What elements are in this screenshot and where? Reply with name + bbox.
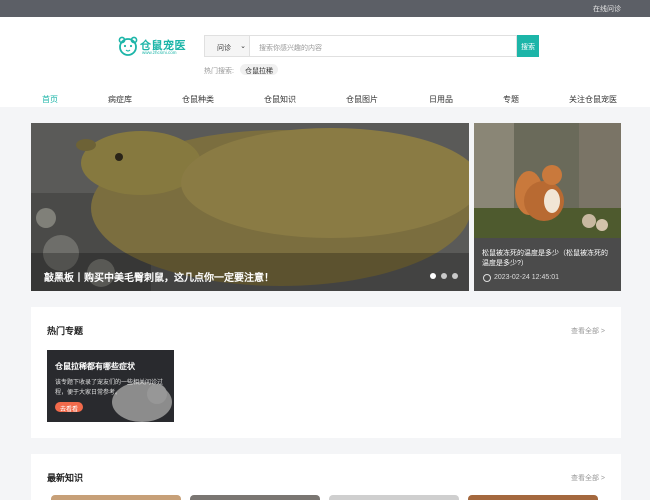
topic-card-desc: 该专题下收录了宠友们的一些相关问诊过程，便于大家日常参考。 [55, 380, 164, 396]
site-header: 仓鼠宠医 www.zhcsmi.com 问诊 ⌄ 搜索你感兴趣的内容 搜索 热门… [0, 17, 650, 107]
latest-knowledge-view-all[interactable]: 查看全部 > [571, 473, 605, 483]
logo-domain: www.zhcsmi.com [142, 50, 177, 55]
nav-item-hamster-species[interactable]: 仓鼠种类 [182, 94, 214, 105]
nav-item-daily-supplies[interactable]: 日用品 [429, 94, 453, 105]
latest-thumb-3[interactable] [329, 495, 459, 500]
side-article-info: 松鼠被冻死的温度是多少（松鼠被冻死的温度是多少?） 2023-02-24 12:… [474, 238, 621, 291]
side-article-title[interactable]: 松鼠被冻死的温度是多少（松鼠被冻死的温度是多少?） [482, 249, 614, 269]
search-category-value: 问诊 [217, 45, 231, 52]
banner-image [31, 123, 469, 291]
hot-search-label: 热门搜索: [204, 68, 234, 75]
nav-item-follow[interactable]: 关注仓鼠宠医 [569, 94, 617, 105]
hot-search-tag[interactable]: 仓鼠拉稀 [240, 64, 278, 75]
nav-item-hamster-knowledge[interactable]: 仓鼠知识 [264, 94, 296, 105]
hot-topics-heading: 热门专题 [47, 326, 84, 336]
chevron-down-icon: ⌄ [240, 43, 246, 50]
nav-item-home[interactable]: 首页 [42, 94, 58, 105]
topic-card-button[interactable]: 去看看 [55, 402, 84, 413]
hot-topics-view-all[interactable]: 查看全部 > [571, 326, 605, 336]
site-logo[interactable]: 仓鼠宠医 www.zhcsmi.com [117, 35, 187, 57]
search-bar: 问诊 ⌄ 搜索你感兴趣的内容 搜索 [204, 35, 539, 57]
carousel-dot-1[interactable] [430, 273, 436, 279]
latest-thumb-2[interactable] [190, 495, 320, 500]
side-article-time: 2023-02-24 12:45:01 [494, 274, 559, 281]
nav-item-topics[interactable]: 专题 [503, 94, 519, 105]
latest-thumb-4[interactable] [468, 495, 598, 500]
carousel-dot-2[interactable] [441, 273, 447, 279]
banner-carousel[interactable]: 敲黑板丨购买中美毛臀刺鼠，这几点你一定要注意！ [31, 123, 469, 291]
nav-item-disease-library[interactable]: 病症库 [108, 94, 132, 105]
side-article[interactable]: 松鼠被冻死的温度是多少（松鼠被冻死的温度是多少?） 2023-02-24 12:… [474, 123, 621, 291]
nav-item-hamster-pictures[interactable]: 仓鼠图片 [346, 94, 378, 105]
latest-thumb-1[interactable] [51, 495, 181, 500]
latest-knowledge-section: 最新知识 查看全部 > [31, 454, 621, 500]
search-button[interactable]: 搜索 [517, 35, 539, 57]
online-consult-link[interactable]: 在线问诊 [593, 4, 621, 14]
search-input[interactable]: 搜索你感兴趣的内容 [249, 35, 517, 57]
main-nav: 首页 病症库 仓鼠种类 仓鼠知识 仓鼠图片 日用品 专题 关注仓鼠宠医 [0, 91, 650, 107]
latest-knowledge-heading: 最新知识 [47, 473, 84, 483]
clock-icon [483, 274, 491, 282]
topic-card[interactable]: 仓鼠拉稀都有哪些症状 该专题下收录了宠友们的一些相关问诊过程，便于大家日常参考。… [47, 350, 174, 422]
hamster-logo-icon [118, 36, 138, 56]
topic-card-title: 仓鼠拉稀都有哪些症状 [55, 362, 135, 371]
banner-caption: 敲黑板丨购买中美毛臀刺鼠，这几点你一定要注意！ [44, 273, 274, 284]
search-category-select[interactable]: 问诊 ⌄ [204, 35, 249, 57]
hot-topics-section: 热门专题 查看全部 > 仓鼠拉稀都有哪些症状 该专题下收录了宠友们的一些相关问诊… [31, 307, 621, 438]
carousel-dot-3[interactable] [452, 273, 458, 279]
top-bar: 在线问诊 [0, 0, 650, 17]
squirrel-image [474, 123, 621, 238]
